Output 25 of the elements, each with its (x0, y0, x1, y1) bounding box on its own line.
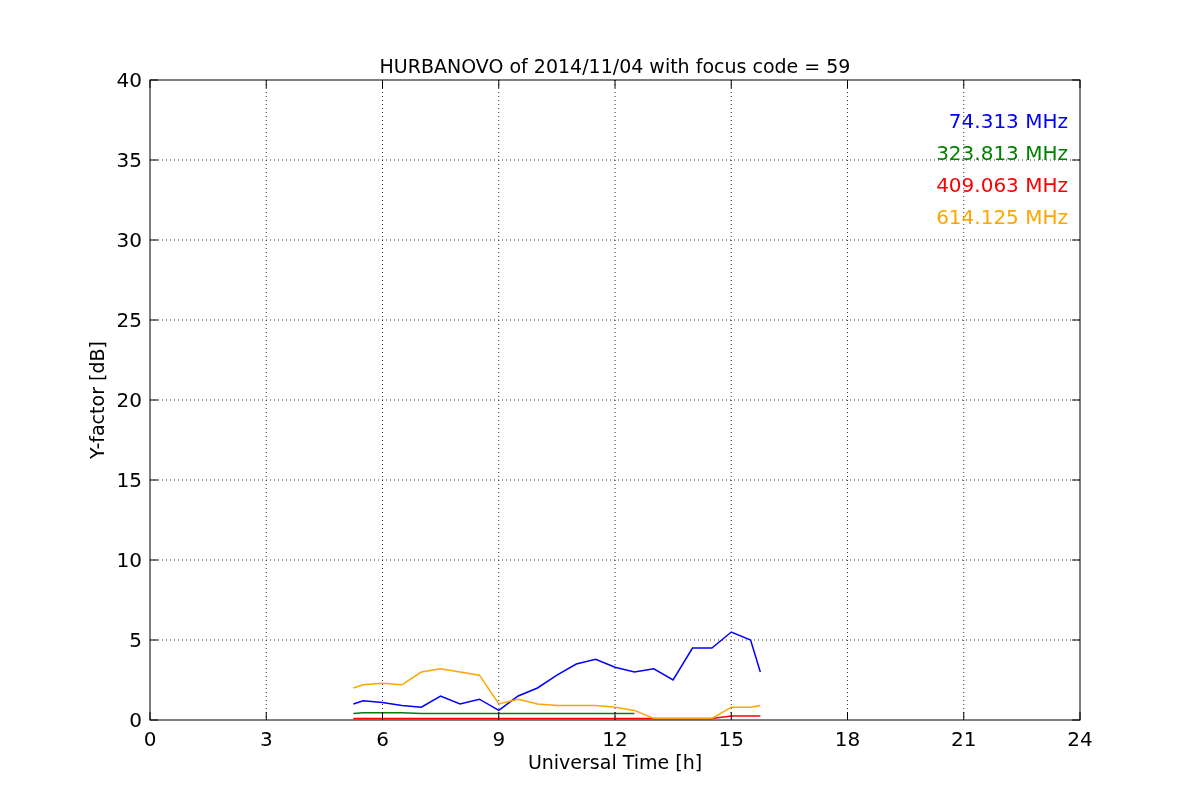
chart-title: HURBANOVO of 2014/11/04 with focus code = 59 (379, 55, 851, 77)
legend-label: 614.125 MHz (936, 205, 1068, 229)
x-tick-label: 0 (143, 727, 157, 751)
y-tick-label: 40 (116, 68, 142, 92)
y-axis-label: Y-factor [dB] (86, 341, 108, 459)
x-tick-label: 9 (492, 727, 506, 751)
x-tick-label: 3 (259, 727, 273, 751)
y-tick-label: 10 (116, 548, 142, 572)
x-tick-label: 21 (951, 727, 977, 751)
y-tick-label: 35 (116, 148, 142, 172)
y-tick-label: 20 (116, 388, 142, 412)
x-tick-label: 15 (718, 727, 744, 751)
x-axis-label: Universal Time [h] (527, 751, 703, 773)
y-tick-label: 15 (116, 468, 142, 492)
y-tick-label: 0 (129, 708, 142, 732)
x-tick-label: 6 (376, 727, 389, 751)
y-tick-label: 30 (116, 228, 142, 252)
legend-label: 409.063 MHz (936, 173, 1068, 197)
x-tick-label: 18 (834, 727, 861, 751)
legend-label: 323.813 MHz (936, 141, 1068, 165)
y-tick-label: 5 (129, 628, 142, 652)
x-tick-label: 24 (1067, 727, 1093, 751)
y-tick-label: 25 (116, 308, 142, 332)
legend-label: 74.313 MHz (948, 109, 1068, 133)
x-tick-label: 12 (602, 727, 628, 751)
